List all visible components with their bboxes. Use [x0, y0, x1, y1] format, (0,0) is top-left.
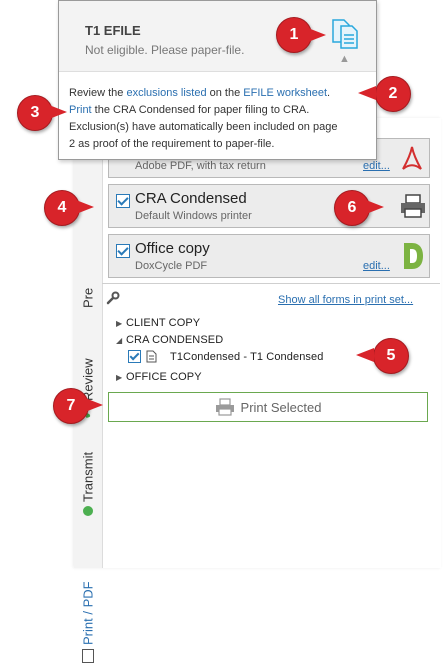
callout-4: 4 — [44, 190, 94, 226]
tree-item-checkbox[interactable] — [128, 350, 141, 363]
popup-line-4: 2 as proof of the requirement to paper-f… — [69, 138, 275, 150]
print-link[interactable]: Print — [69, 104, 92, 116]
callout-3: 3 — [17, 95, 67, 131]
print-option-office-copy[interactable]: Office copy DoxCycle PDF edit... — [108, 234, 430, 278]
callout-7-pointer — [85, 398, 103, 412]
tree-office-copy-label: OFFICE COPY — [126, 371, 202, 383]
popup-body: Review the exclusions listed on the EFIL… — [69, 85, 369, 153]
document-icon — [146, 350, 157, 363]
tree-client-copy-label: CLIENT COPY — [126, 317, 201, 329]
transmit-status-icon — [83, 506, 93, 516]
callout-1-pointer — [308, 28, 326, 42]
print-selected-label: Print Selected — [240, 399, 322, 415]
callout-6: 6 — [334, 190, 384, 226]
callout-1: 1 — [276, 17, 326, 53]
adobe-pdf-icon — [402, 146, 422, 170]
expand-arrow-icon[interactable]: ▶ — [116, 373, 126, 382]
tree-cra-item-label: T1Condensed - T1 Condensed — [170, 350, 324, 363]
popup-title: T1 EFILE — [85, 23, 141, 38]
callout-2-badge: 2 — [375, 76, 411, 112]
tree-client-copy[interactable]: ▶ CLIENT COPY — [116, 317, 200, 329]
collapse-arrow-icon[interactable]: ◢ — [116, 336, 126, 345]
callout-3-badge: 3 — [17, 95, 53, 131]
expand-arrow-icon[interactable]: ▶ — [116, 319, 126, 328]
callout-5-badge: 5 — [373, 338, 409, 374]
callout-4-badge: 4 — [44, 190, 80, 226]
text: on the — [206, 87, 244, 99]
efile-worksheet-link[interactable]: EFILE worksheet — [243, 87, 327, 99]
callout-5-pointer — [356, 348, 374, 362]
documents-icon — [332, 19, 358, 49]
callout-7: 7 — [53, 388, 103, 424]
tree-cra-item[interactable]: T1Condensed - T1 Condensed — [128, 350, 323, 363]
exclusions-link[interactable]: exclusions listed — [126, 87, 206, 99]
option-title: Office copy — [135, 240, 210, 257]
callout-6-pointer — [366, 200, 384, 214]
option-title: CRA Condensed — [135, 190, 247, 207]
printer-icon — [215, 398, 234, 416]
popup-header: T1 EFILE Not eligible. Please paper-file… — [59, 1, 376, 72]
callout-3-pointer — [49, 105, 67, 119]
tab-transmit-label: Transmit — [80, 451, 96, 502]
callout-6-badge: 6 — [334, 190, 370, 226]
print-selected-button[interactable]: Print Selected — [108, 392, 428, 422]
vertical-tab-strip: Pre ✔ Review Transmit Print / PDF — [74, 118, 103, 663]
callout-7-badge: 7 — [53, 388, 89, 424]
popup-line-1: Review the exclusions listed on the EFIL… — [69, 85, 369, 102]
tree-cra-condensed[interactable]: ◢ CRA CONDENSED — [116, 334, 223, 346]
option-subtitle: Adobe PDF, with tax return — [135, 160, 266, 172]
tab-prepare[interactable]: Pre — [77, 243, 99, 308]
edit-link[interactable]: edit... — [363, 260, 390, 272]
option-subtitle: DoxCycle PDF — [135, 260, 208, 272]
office-copy-checkbox[interactable] — [116, 244, 130, 258]
tab-transmit[interactable]: Transmit — [77, 438, 99, 516]
callout-2: 2 — [358, 76, 411, 112]
cra-condensed-checkbox[interactable] — [116, 194, 130, 208]
callout-5: 5 — [356, 338, 409, 374]
wrench-icon[interactable] — [106, 291, 120, 305]
callout-1-badge: 1 — [276, 17, 312, 53]
edit-link[interactable]: edit... — [363, 160, 390, 172]
popup-subtitle: Not eligible. Please paper-file. — [85, 43, 245, 57]
option-subtitle: Default Windows printer — [135, 210, 252, 222]
printer-icon — [401, 194, 425, 218]
text: Review the — [69, 87, 127, 99]
callout-4-pointer — [76, 200, 94, 214]
text: . — [327, 87, 331, 99]
collapse-chevron-icon[interactable]: ▲ — [339, 53, 350, 65]
text: the CRA Condensed for paper filing to CR… — [91, 104, 310, 116]
print-tab-icon — [82, 649, 94, 663]
tab-print-pdf-label: Print / PDF — [80, 581, 96, 645]
divider — [102, 283, 440, 284]
tree-office-copy[interactable]: ▶ OFFICE COPY — [116, 371, 202, 383]
popup-line-3: Exclusion(s) have automatically been inc… — [69, 121, 338, 133]
show-all-forms-link[interactable]: Show all forms in print set... — [278, 294, 413, 306]
callout-2-pointer — [358, 86, 376, 100]
tree-cra-condensed-label: CRA CONDENSED — [126, 334, 224, 346]
popup-line-2: Print the CRA Condensed for paper filing… — [69, 102, 369, 119]
tab-prepare-label: Pre — [80, 287, 96, 308]
doxcycle-icon — [404, 243, 423, 269]
efile-popup: T1 EFILE Not eligible. Please paper-file… — [58, 0, 377, 160]
tab-print-pdf[interactable]: Print / PDF — [77, 538, 99, 663]
